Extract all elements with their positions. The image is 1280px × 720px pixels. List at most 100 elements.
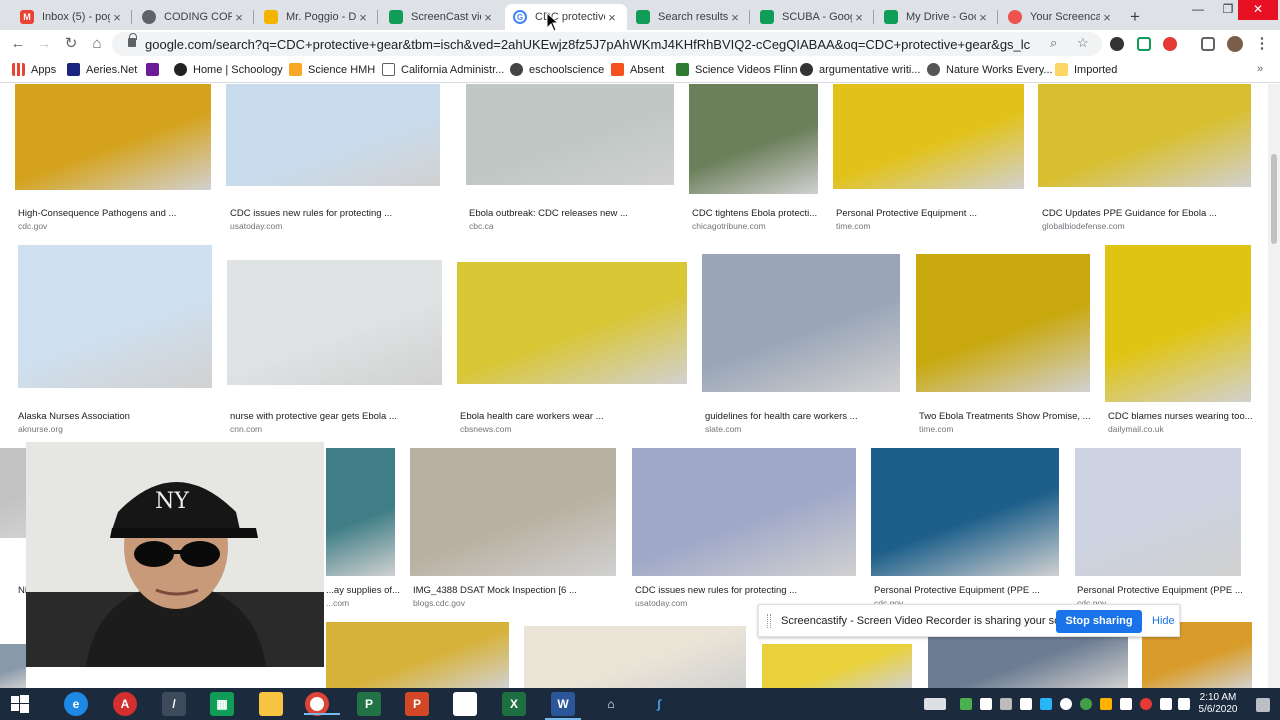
result-source[interactable]: usatoday.com — [635, 598, 687, 608]
result-thumbnail[interactable] — [1038, 84, 1251, 187]
notepad-icon[interactable] — [453, 692, 477, 716]
result-caption[interactable]: CDC Updates PPE Guidance for Ebola ... — [1042, 208, 1217, 219]
result-thumbnail[interactable] — [15, 84, 211, 190]
tab-gmail[interactable]: M Inbox (5) - pogg × — [12, 4, 132, 30]
home-app-icon[interactable]: ⌂ — [599, 692, 623, 716]
result-source[interactable]: slate.com — [705, 424, 741, 434]
chrome-icon[interactable] — [304, 692, 340, 716]
stop-sharing-button[interactable]: Stop sharing — [1056, 610, 1142, 633]
tray-app-icon[interactable] — [1120, 698, 1132, 710]
back-icon[interactable]: ← — [8, 34, 28, 54]
result-thumbnail[interactable] — [410, 448, 616, 576]
result-thumbnail[interactable] — [762, 644, 912, 688]
result-source[interactable]: chicagotribune.com — [692, 221, 766, 231]
page-scrollbar[interactable] — [1268, 84, 1280, 688]
close-tab-icon[interactable]: × — [481, 10, 495, 25]
cloud-icon[interactable] — [1060, 698, 1072, 710]
result-source[interactable]: cbc.ca — [469, 221, 494, 231]
result-caption[interactable]: Ebola health care workers wear ... — [460, 411, 604, 422]
system-clock[interactable]: 2:10 AM 5/6/2020 — [1190, 692, 1246, 716]
bookmark-schoology[interactable]: Home | Schoology — [174, 63, 283, 76]
result-caption[interactable]: IMG_4388 DSAT Mock Inspection [6 ... — [413, 585, 577, 596]
result-thumbnail[interactable] — [0, 644, 26, 688]
result-thumbnail[interactable] — [18, 245, 212, 388]
volume-icon[interactable] — [1178, 698, 1190, 710]
result-caption[interactable]: Ebola outbreak: CDC releases new ... — [469, 208, 628, 219]
search-icon[interactable]: ⌕ — [1050, 35, 1057, 51]
close-tab-icon[interactable]: × — [110, 10, 124, 25]
scrollbar-thumb[interactable] — [1271, 154, 1277, 244]
close-tab-icon[interactable]: × — [976, 10, 990, 25]
result-source[interactable]: cbsnews.com — [460, 424, 512, 434]
bookmark-absent[interactable]: Absent — [611, 63, 664, 76]
bookmark-apps[interactable]: Apps — [12, 63, 56, 76]
bookmark-star-icon[interactable]: ☆ — [1077, 35, 1089, 51]
result-source[interactable]: dailymail.co.uk — [1108, 424, 1164, 434]
close-tab-icon[interactable]: × — [852, 10, 866, 25]
tray-app-icon[interactable] — [1040, 698, 1052, 710]
profile-avatar[interactable] — [1227, 36, 1243, 52]
result-caption[interactable]: High-Consequence Pathogens and ... — [18, 208, 176, 219]
tray-app-icon[interactable] — [980, 698, 992, 710]
tab-screencast-video[interactable]: ScreenCast vide × — [381, 4, 503, 30]
tab-coding-corc[interactable]: CODING CORC × — [134, 4, 254, 30]
result-caption[interactable]: Personal Protective Equipment (PPE ... — [874, 585, 1040, 596]
result-caption[interactable]: Two Ebola Treatments Show Promise, ... — [919, 411, 1091, 422]
result-thumbnail[interactable] — [466, 84, 674, 185]
network-icon[interactable] — [1160, 698, 1172, 710]
reload-icon[interactable]: ↻ — [61, 34, 81, 54]
bookmarks-overflow-icon[interactable]: » — [1257, 63, 1263, 75]
tab-search-results[interactable]: Search results × — [628, 4, 750, 30]
tab-mr-poggio[interactable]: Mr. Poggio - Do × — [256, 4, 378, 30]
tray-app-icon[interactable] — [1000, 698, 1012, 710]
bookmark-purple[interactable] — [146, 63, 165, 76]
bookmark-nature-works[interactable]: Nature Works Every... — [927, 63, 1053, 76]
result-source[interactable]: blogs.cdc.gov — [413, 598, 465, 608]
result-caption[interactable]: Personal Protective Equipment (PPE ... — [1077, 585, 1243, 596]
result-source[interactable]: ...com — [326, 598, 349, 608]
word-icon[interactable]: W — [545, 692, 581, 720]
result-source[interactable]: time.com — [836, 221, 870, 231]
forward-icon[interactable]: → — [34, 34, 54, 54]
result-caption[interactable]: CDC blames nurses wearing too... — [1108, 411, 1253, 422]
new-tab-button[interactable]: + — [1130, 7, 1140, 27]
bookmark-aeries[interactable]: Aeries.Net — [67, 63, 137, 76]
cast-icon[interactable] — [1201, 37, 1215, 51]
close-tab-icon[interactable]: × — [1100, 10, 1114, 25]
acrobat-icon[interactable]: A — [113, 692, 137, 716]
excel-icon[interactable]: X — [502, 692, 526, 716]
bookmark-argumentative[interactable]: argumentative writi... — [800, 63, 920, 76]
result-source[interactable]: usatoday.com — [230, 221, 282, 231]
drag-handle-icon[interactable] — [767, 614, 771, 628]
menu-kebab-icon[interactable]: ⋮ — [1252, 34, 1272, 54]
close-tab-icon[interactable]: × — [232, 10, 246, 25]
home-icon[interactable]: ⌂ — [87, 34, 107, 54]
result-caption[interactable]: nurse with protective gear gets Ebola ..… — [230, 411, 397, 422]
bookmark-science-hmh[interactable]: Science HMH — [289, 63, 375, 76]
close-tab-icon[interactable]: × — [605, 10, 619, 25]
tray-app-icon[interactable] — [960, 698, 972, 710]
tray-app-icon[interactable] — [1100, 698, 1112, 710]
result-thumbnail[interactable] — [1075, 448, 1241, 576]
extension-icon[interactable] — [1137, 37, 1151, 51]
screencastify-extension-icon[interactable] — [1163, 37, 1177, 51]
url-text[interactable]: google.com/search?q=CDC+protective+gear&… — [145, 37, 1030, 52]
tab-my-drive[interactable]: My Drive - Goo × — [876, 4, 998, 30]
result-source[interactable]: aknurse.org — [18, 424, 63, 434]
hide-button[interactable]: Hide — [1152, 615, 1175, 627]
tray-app-icon[interactable] — [1080, 698, 1092, 710]
pen-icon[interactable]: / — [162, 692, 186, 716]
file-explorer-icon[interactable] — [259, 692, 283, 716]
tray-app-icon[interactable] — [1020, 698, 1032, 710]
close-window-button[interactable]: ✕ — [1238, 0, 1278, 20]
tab-your-screencasts[interactable]: Your Screencas × — [1000, 4, 1122, 30]
result-thumbnail[interactable] — [457, 262, 687, 384]
result-thumbnail[interactable] — [227, 260, 442, 385]
result-thumbnail[interactable] — [689, 84, 818, 194]
result-source[interactable]: time.com — [919, 424, 953, 434]
result-source[interactable]: cdc.gov — [18, 221, 47, 231]
keyboard-icon[interactable] — [924, 698, 946, 710]
result-caption[interactable]: Personal Protective Equipment ... — [836, 208, 977, 219]
result-thumbnail[interactable] — [702, 254, 900, 392]
result-thumbnail[interactable] — [326, 622, 509, 688]
